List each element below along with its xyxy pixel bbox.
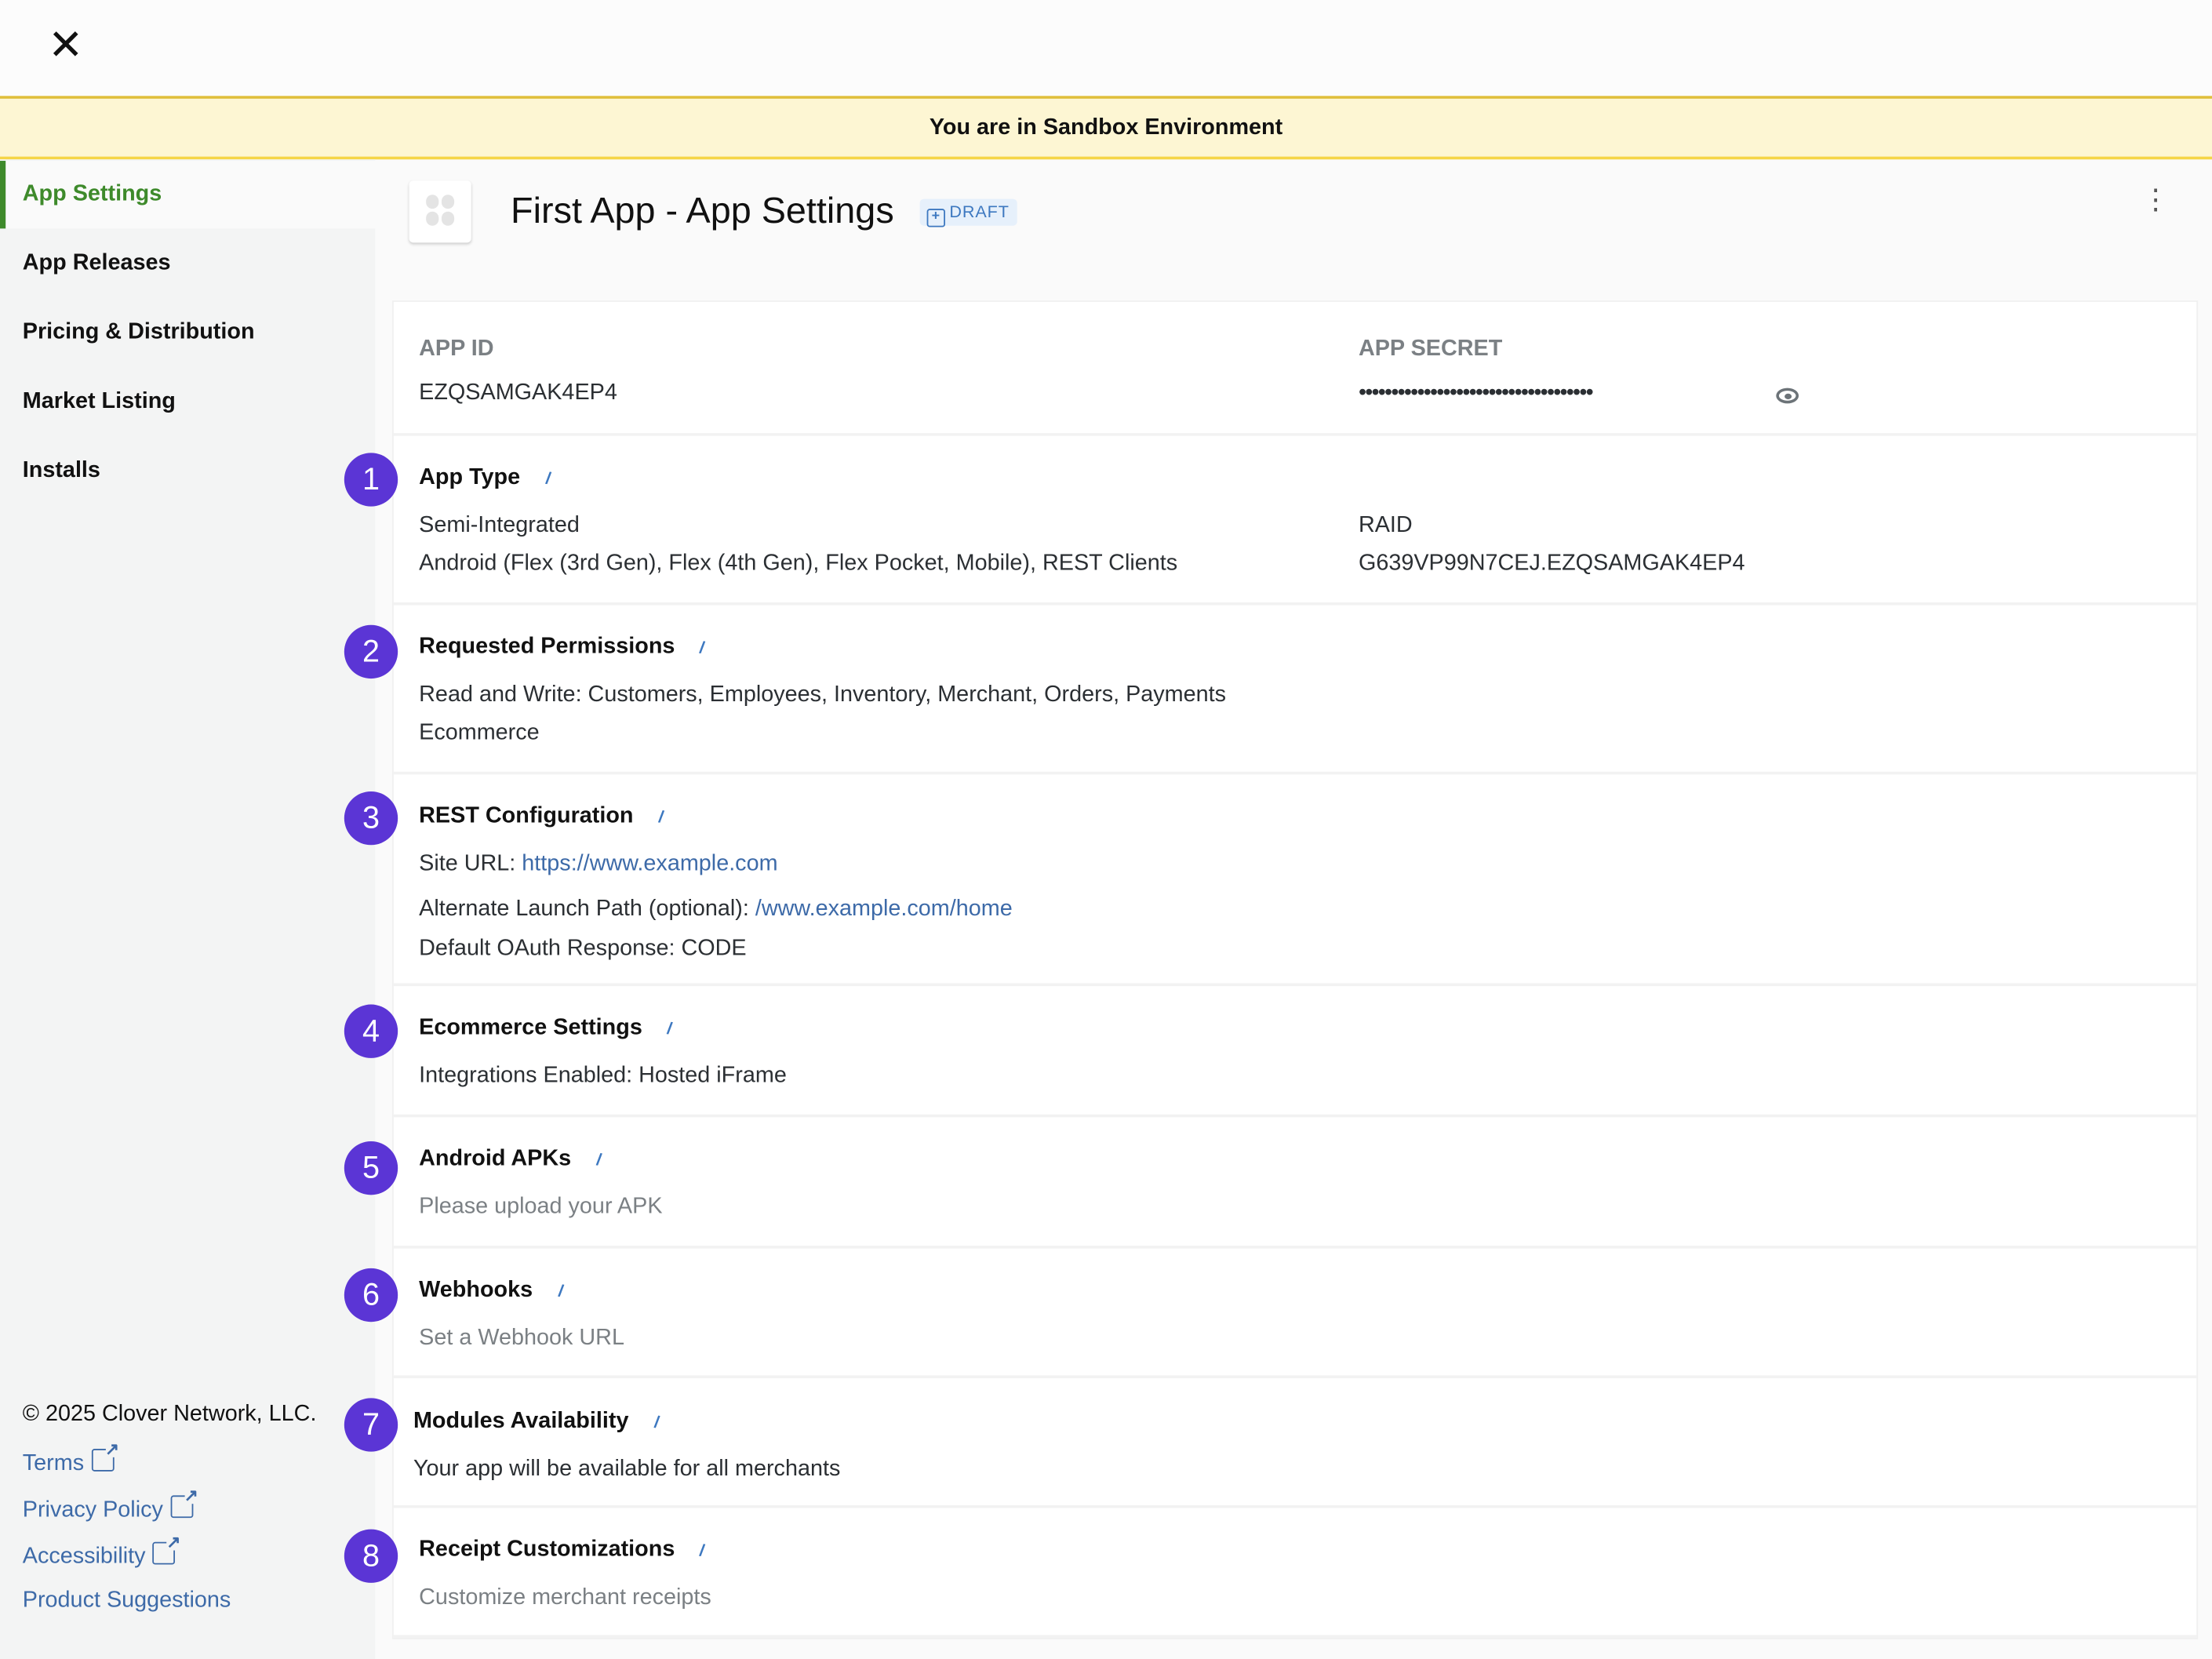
section-right-line: RAID [1358, 513, 1413, 538]
section-app-type: App Type / Semi-Integrated Android (Flex … [393, 436, 2197, 606]
product-suggestions-link[interactable]: Product Suggestions [23, 1588, 231, 1614]
app-id-value: EZQSAMGAK4EP4 [419, 380, 617, 406]
privacy-policy-link[interactable]: Privacy Policy [23, 1486, 198, 1523]
section-title: REST Configuration [419, 804, 634, 828]
section-line: Semi-Integrated [419, 513, 580, 538]
section-modules-availability: Modules Availability / Your app will be a… [393, 1378, 2197, 1508]
close-icon[interactable]: ✕ [48, 24, 83, 67]
sidebar: App Settings App Releases Pricing & Dist… [0, 159, 376, 1659]
page-title: First App - App Settings [511, 188, 894, 231]
external-link-icon [169, 1486, 198, 1519]
external-link-icon [152, 1532, 180, 1565]
step-badge: 2 [344, 624, 398, 679]
oauth-line: Default OAuth Response: CODE [419, 937, 747, 961]
section-rest-configuration: REST Configuration / Site URL: https://ww… [393, 774, 2197, 987]
edit-pencil-icon[interactable]: / [699, 1541, 707, 1561]
edit-pencil-icon[interactable]: / [595, 1149, 602, 1170]
copyright: © 2025 Clover Network, LLC. [22, 1402, 317, 1427]
section-ecommerce-settings: Ecommerce Settings / Integrations Enabled… [393, 986, 2197, 1118]
step-badge: 8 [344, 1529, 398, 1583]
section-right-line: G639VP99N7CEJ.EZQSAMGAK4EP4 [1358, 551, 1745, 576]
sandbox-banner: You are in Sandbox Environment [0, 98, 2212, 160]
site-url-line: Site URL: https://www.example.com [419, 852, 777, 877]
credentials-row: APP ID EZQSAMGAK4EP4 APP SECRET ••••••••… [393, 302, 2197, 436]
app-secret-value: •••••••••••••••••••••••••••••••••••• [1358, 380, 1594, 406]
section-title: Modules Availability [413, 1409, 629, 1434]
edit-pencil-icon[interactable]: / [544, 468, 551, 489]
eye-icon[interactable] [1776, 387, 1799, 404]
more-options-icon[interactable]: ⋮ [2141, 186, 2170, 228]
sidebar-item-app-releases[interactable]: App Releases [0, 230, 375, 297]
section-line: Integrations Enabled: Hosted iFrame [419, 1064, 787, 1088]
edit-pencil-icon[interactable]: / [657, 806, 665, 827]
draft-icon: + [926, 209, 945, 227]
step-badge: 5 [344, 1141, 398, 1195]
section-title: Ecommerce Settings [419, 1015, 642, 1040]
section-title: App Type [419, 465, 521, 490]
top-bar: ✕ [0, 0, 2212, 99]
step-badge: 4 [344, 1004, 398, 1058]
section-line: Please upload your APK [419, 1195, 663, 1219]
accessibility-label[interactable]: Accessibility [23, 1544, 146, 1569]
sidebar-item-installs[interactable]: Installs [0, 438, 375, 505]
app-id-label: APP ID [419, 337, 494, 362]
edit-pencil-icon[interactable]: / [556, 1281, 564, 1301]
step-badge: 7 [344, 1398, 398, 1452]
step-badge: 6 [344, 1268, 398, 1322]
edit-pencil-icon[interactable]: / [653, 1412, 660, 1432]
section-receipt-customizations: Receipt Customizations / Customize mercha… [393, 1508, 2197, 1639]
settings-card: APP ID EZQSAMGAK4EP4 APP SECRET ••••••••… [391, 300, 2199, 1639]
sidebar-item-pricing-distribution[interactable]: Pricing & Distribution [0, 299, 375, 366]
terms-label[interactable]: Terms [23, 1452, 84, 1476]
section-line: Ecommerce [419, 721, 540, 745]
section-requested-permissions: Requested Permissions / Read and Write: C… [393, 606, 2197, 775]
section-title: Receipt Customizations [419, 1537, 675, 1562]
section-line: Android (Flex (3rd Gen), Flex (4th Gen),… [419, 551, 1178, 576]
section-line: Read and Write: Customers, Employees, In… [419, 682, 1227, 708]
draft-label: DRAFT [949, 202, 1010, 222]
section-title: Webhooks [419, 1278, 533, 1303]
step-badge: 1 [344, 453, 398, 507]
section-line: Set a Webhook URL [419, 1326, 624, 1351]
edit-pencil-icon[interactable]: / [666, 1018, 674, 1039]
accessibility-link[interactable]: Accessibility [23, 1532, 181, 1570]
draft-badge: + DRAFT [919, 198, 1017, 227]
app-logo-icon [409, 180, 471, 243]
app-secret-label: APP SECRET [1358, 337, 1503, 362]
section-title: Android APKs [419, 1147, 572, 1171]
section-line: Customize merchant receipts [419, 1585, 711, 1610]
site-url-label: Site URL: [419, 852, 522, 876]
privacy-policy-label[interactable]: Privacy Policy [23, 1498, 163, 1523]
sidebar-item-app-settings[interactable]: App Settings [0, 161, 376, 229]
sidebar-item-market-listing[interactable]: Market Listing [0, 368, 375, 435]
terms-link[interactable]: Terms [23, 1439, 119, 1477]
section-webhooks: Webhooks / Set a Webhook URL [393, 1249, 2197, 1379]
edit-pencil-icon[interactable]: / [699, 638, 707, 658]
section-line: Your app will be available for all merch… [413, 1457, 841, 1482]
alt-launch-label: Alternate Launch Path (optional): [419, 897, 755, 922]
section-title: Requested Permissions [419, 635, 675, 659]
step-badge: 3 [344, 791, 398, 846]
alt-launch-link[interactable]: /www.example.com/home [755, 897, 1013, 922]
alt-launch-line: Alternate Launch Path (optional): /www.e… [419, 897, 1013, 922]
section-android-apks: Android APKs / Please upload your APK [393, 1117, 2197, 1249]
site-url-link[interactable]: https://www.example.com [522, 852, 777, 876]
external-link-icon [91, 1439, 119, 1472]
